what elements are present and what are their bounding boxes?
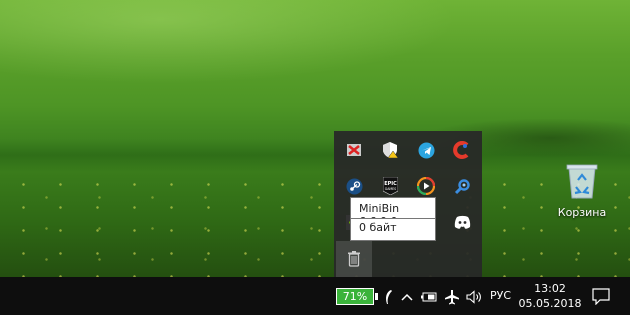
app-x-icon[interactable] — [336, 132, 372, 168]
clock-time: 13:02 — [534, 282, 566, 295]
ccleaner-icon[interactable] — [444, 132, 480, 168]
feather-icon[interactable] — [381, 287, 395, 307]
volume-icon[interactable] — [465, 287, 483, 307]
action-center-icon[interactable] — [590, 285, 612, 307]
battery-percent-text: 71% — [342, 290, 368, 303]
taskbar-clock[interactable]: 13:02 05.05.2018 — [516, 281, 584, 311]
desktop-wallpaper — [0, 0, 630, 277]
recycle-bin-icon — [565, 160, 599, 200]
discord-icon[interactable] — [444, 204, 480, 240]
airplane-mode-icon[interactable] — [443, 287, 461, 307]
show-hidden-icons-chevron-icon[interactable] — [399, 287, 415, 307]
security-shield-icon[interactable] — [372, 132, 408, 168]
minibin-tooltip-size: 0 байт — [350, 218, 436, 241]
blue-app-icon[interactable] — [444, 168, 480, 204]
tooltip-size-text: 0 байт — [359, 221, 397, 234]
telegram-icon[interactable] — [408, 132, 444, 168]
input-language-indicator[interactable]: РУС — [490, 289, 511, 302]
battery-percent-widget[interactable]: 71% — [336, 288, 378, 305]
clock-date: 05.05.2018 — [518, 297, 582, 310]
battery-status-icon[interactable] — [420, 287, 438, 307]
recycle-bin-label: Корзина — [557, 206, 607, 219]
wallpaper-flowers — [0, 170, 630, 277]
svg-text:GAMES: GAMES — [384, 187, 395, 191]
recycle-bin-shortcut[interactable]: Корзина — [552, 160, 612, 222]
minibin-trash-icon[interactable] — [336, 241, 372, 277]
minibin-tooltip-title: MiniBin 6.6.0.0 — [350, 197, 436, 228]
